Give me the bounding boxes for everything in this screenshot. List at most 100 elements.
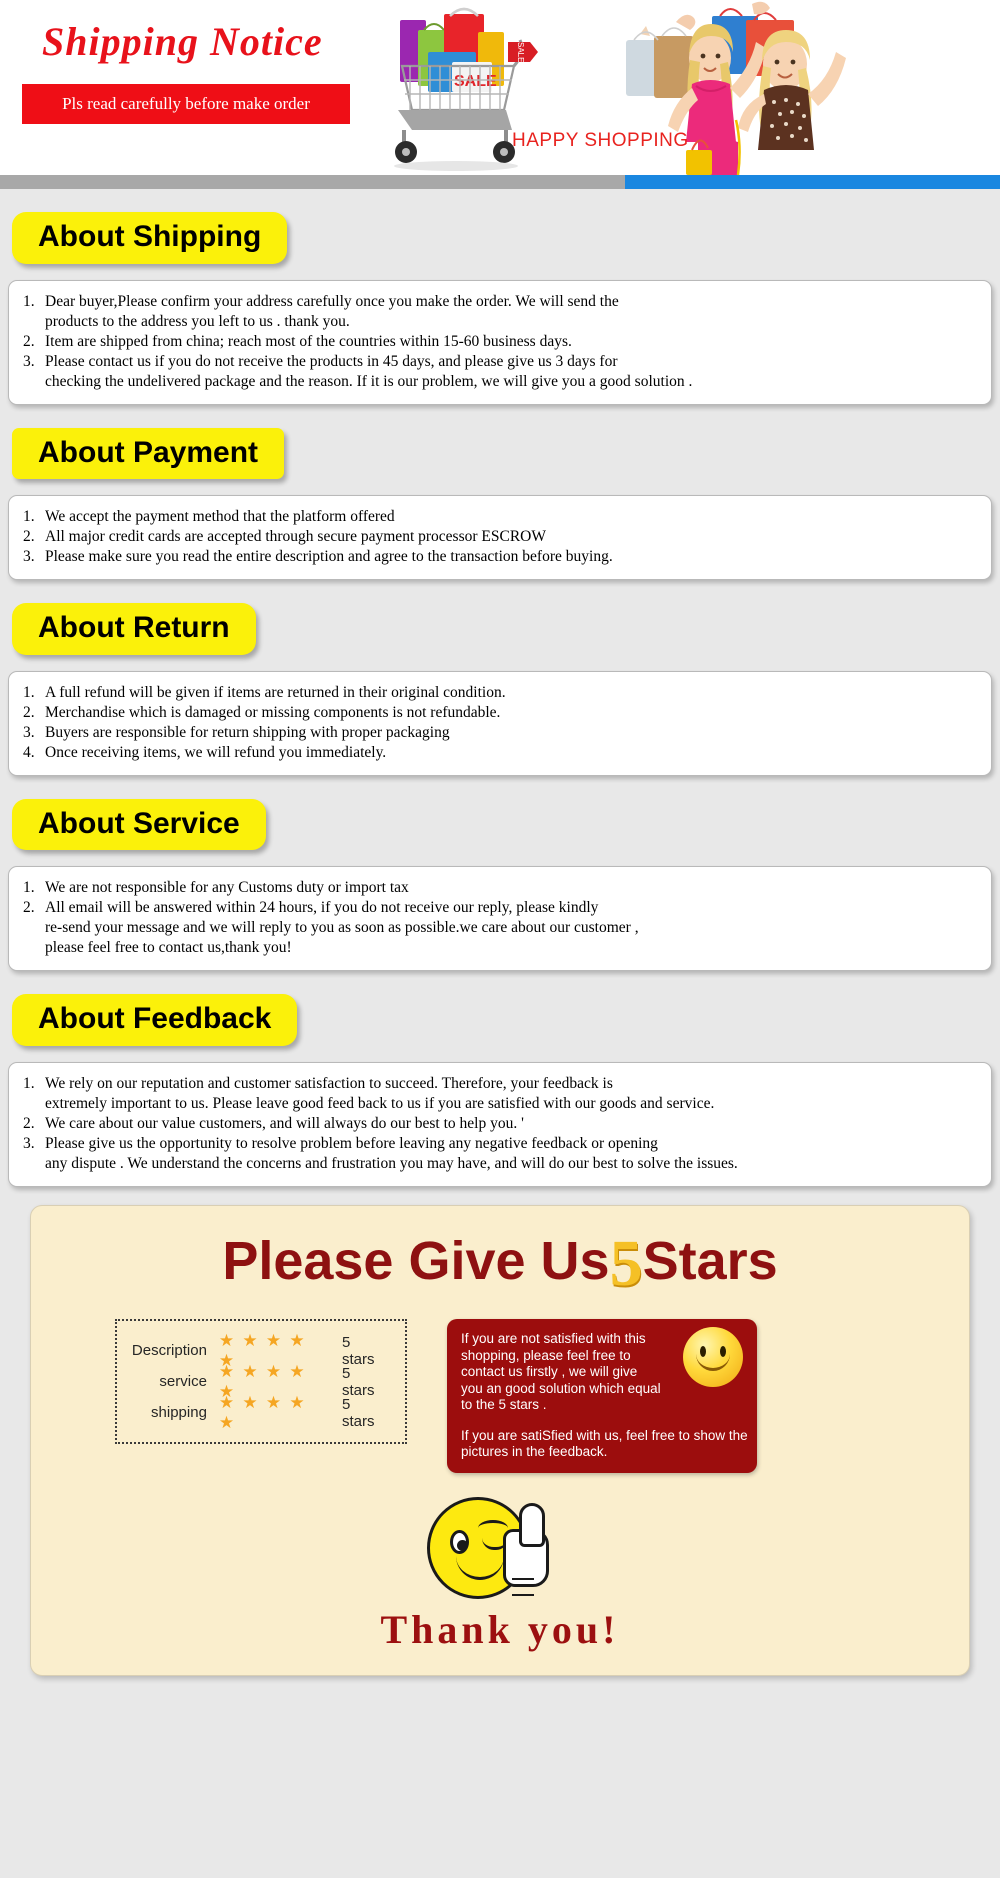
list-text: All major credit cards are accepted thro… [45,528,546,545]
list-item: 1. Dear buyer,Please confirm your address… [23,292,977,332]
list-text: Merchandise which is damaged or missing … [45,703,501,721]
rating-label: service [159,1373,207,1391]
heading-number-five: 5 [609,1226,643,1300]
list-number: 2. [23,1114,35,1132]
list-number: 2. [23,899,35,916]
list-item: 2. All major credit cards are accepted th… [23,527,977,547]
list-text: Dear buyer,Please confirm your address c… [45,292,619,330]
thumbs-up-hand [503,1502,549,1596]
list-text: Buyers are responsible for return shippi… [45,723,450,741]
divider-left-gray [0,175,625,189]
list-number: 3. [23,548,35,565]
panel-service: 1. We are not responsible for any Customs… [8,866,992,971]
list-number: 1. [23,683,35,701]
notice-paragraph-unsatisfied: If you are not satisfied with this shopp… [461,1331,661,1413]
ratings-box: Description ★ ★ ★ ★ ★ 5 stars service ★ … [115,1319,407,1445]
thumb-finger-line [512,1593,534,1596]
rating-label: Description [131,1342,207,1360]
panel-payment: 1. We accept the payment method that the … [8,495,992,580]
list-text: Please make sure you read the entire des… [45,548,613,565]
list-text: A full refund will be given if items are… [45,683,506,701]
list-text: We accept the payment method that the pl… [45,508,395,525]
section-about-payment: About Payment 1. We accept the payment me… [0,427,1000,580]
divider-right-blue [625,175,1000,189]
smiley-face-icon [683,1327,743,1388]
thumb-finger-line [512,1577,534,1580]
heading-after-text: Stars [642,1230,778,1291]
list-text: Please contact us if you do not receive … [45,352,693,390]
list-text: All email will be answered within 24 hou… [45,899,639,956]
satisfaction-notice-box: If you are not satisfied with this shopp… [447,1319,757,1473]
list-return: 1. A full refund will be given if items a… [23,683,977,763]
list-text: Once receiving items, we will refund you… [45,743,387,761]
section-badge-return: About Return [12,603,256,655]
list-shipping: 1. Dear buyer,Please confirm your address… [23,292,977,392]
wink-pupil [457,1539,468,1551]
ratings-and-notice-row: Description ★ ★ ★ ★ ★ 5 stars service ★ … [31,1319,969,1473]
happy-shopping-label: HAPPY SHOPPING [512,130,689,151]
header-banner: Shipping Notice Pls read carefully befor… [0,0,1000,175]
rating-label: shipping [151,1404,207,1422]
section-about-feedback: About Feedback 1. We rely on our reputati… [0,994,1000,1187]
list-text: We care about our value customers, and w… [45,1114,524,1132]
list-item: 1. A full refund will be given if items a… [23,683,977,703]
list-text: Please give us the opportunity to resolv… [45,1134,738,1172]
list-number: 4. [23,743,35,761]
list-item: 2. All email will be answered within 24 h… [23,898,977,958]
section-about-shipping: About Shipping 1. Dear buyer,Please confi… [0,212,1000,405]
rating-row-shipping: shipping ★ ★ ★ ★ ★ 5 stars [127,1393,387,1432]
five-star-icon-row: ★ ★ ★ ★ ★ [218,1392,307,1432]
smiley-mouth [696,1351,730,1372]
list-item: 2. Item are shipped from china; reach mos… [23,332,977,352]
panel-shipping: 1. Dear buyer,Please confirm your address… [8,279,992,405]
color-divider-bar [0,175,1000,189]
list-item: 2. We care about our value customers, and… [23,1114,977,1134]
thumb-up-digit [519,1502,545,1547]
list-number: 3. [23,723,35,741]
list-number: 1. [23,508,35,525]
list-number: 2. [23,528,35,545]
list-item: 3. Please give us the opportunity to reso… [23,1134,977,1174]
list-item: 3. Please contact us if you do not receiv… [23,352,977,392]
list-text: We are not responsible for any Customs d… [45,879,409,896]
give-five-stars-heading: Please Give Us5Stars [31,1226,969,1302]
list-item: 3. Please make sure you read the entire d… [23,547,977,567]
list-text: We rely on our reputation and customer s… [45,1074,715,1112]
list-item: 1. We rely on our reputation and customer… [23,1074,977,1114]
list-number: 1. [23,292,35,310]
list-number: 3. [23,1134,35,1152]
list-number: 2. [23,332,35,350]
thank-you-block: Thank you! [31,1489,969,1653]
section-about-return: About Return 1. A full refund will be giv… [0,603,1000,776]
list-item: 1. We are not responsible for any Customs… [23,878,977,898]
read-carefully-notice: Pls read carefully before make order [22,84,350,124]
svg-text:SALE: SALE [516,42,525,62]
list-service: 1. We are not responsible for any Customs… [23,878,977,958]
list-item: 1. We accept the payment method that the … [23,507,977,527]
section-about-service: About Service 1. We are not responsible f… [0,798,1000,971]
section-badge-shipping: About Shipping [12,212,288,264]
thank-you-text: Thank you! [380,1606,620,1652]
panel-feedback: 1. We rely on our reputation and customer… [8,1061,992,1187]
list-item: 3. Buyers are responsible for return ship… [23,723,977,743]
section-badge-payment: About Payment [12,427,285,479]
wink-smile [456,1552,504,1580]
list-text: Item are shipped from china; reach most … [45,332,572,350]
list-number: 1. [23,1074,35,1092]
section-badge-service: About Service [12,798,266,850]
list-payment: 1. We accept the payment method that the … [23,507,977,567]
winking-thumbs-up-icon [415,1489,585,1607]
section-badge-feedback: About Feedback [12,994,298,1046]
notice-paragraph-satisfied: If you are satiSfied with us, feel free … [461,1427,748,1460]
list-number: 1. [23,879,35,896]
list-number: 3. [23,352,35,370]
rating-value: 5 stars [342,1364,375,1399]
list-item: 2. Merchandise which is damaged or missin… [23,703,977,723]
five-stars-panel: Please Give Us5Stars Description ★ ★ ★ ★… [30,1204,970,1676]
list-feedback: 1. We rely on our reputation and customer… [23,1074,977,1174]
policy-sections: About Shipping 1. Dear buyer,Please confi… [0,212,1000,1187]
list-item: 4. Once receiving items, we will refund y… [23,743,977,763]
rating-value: 5 stars [342,1395,375,1430]
wink-open-eye [450,1529,469,1554]
list-number: 2. [23,703,35,721]
